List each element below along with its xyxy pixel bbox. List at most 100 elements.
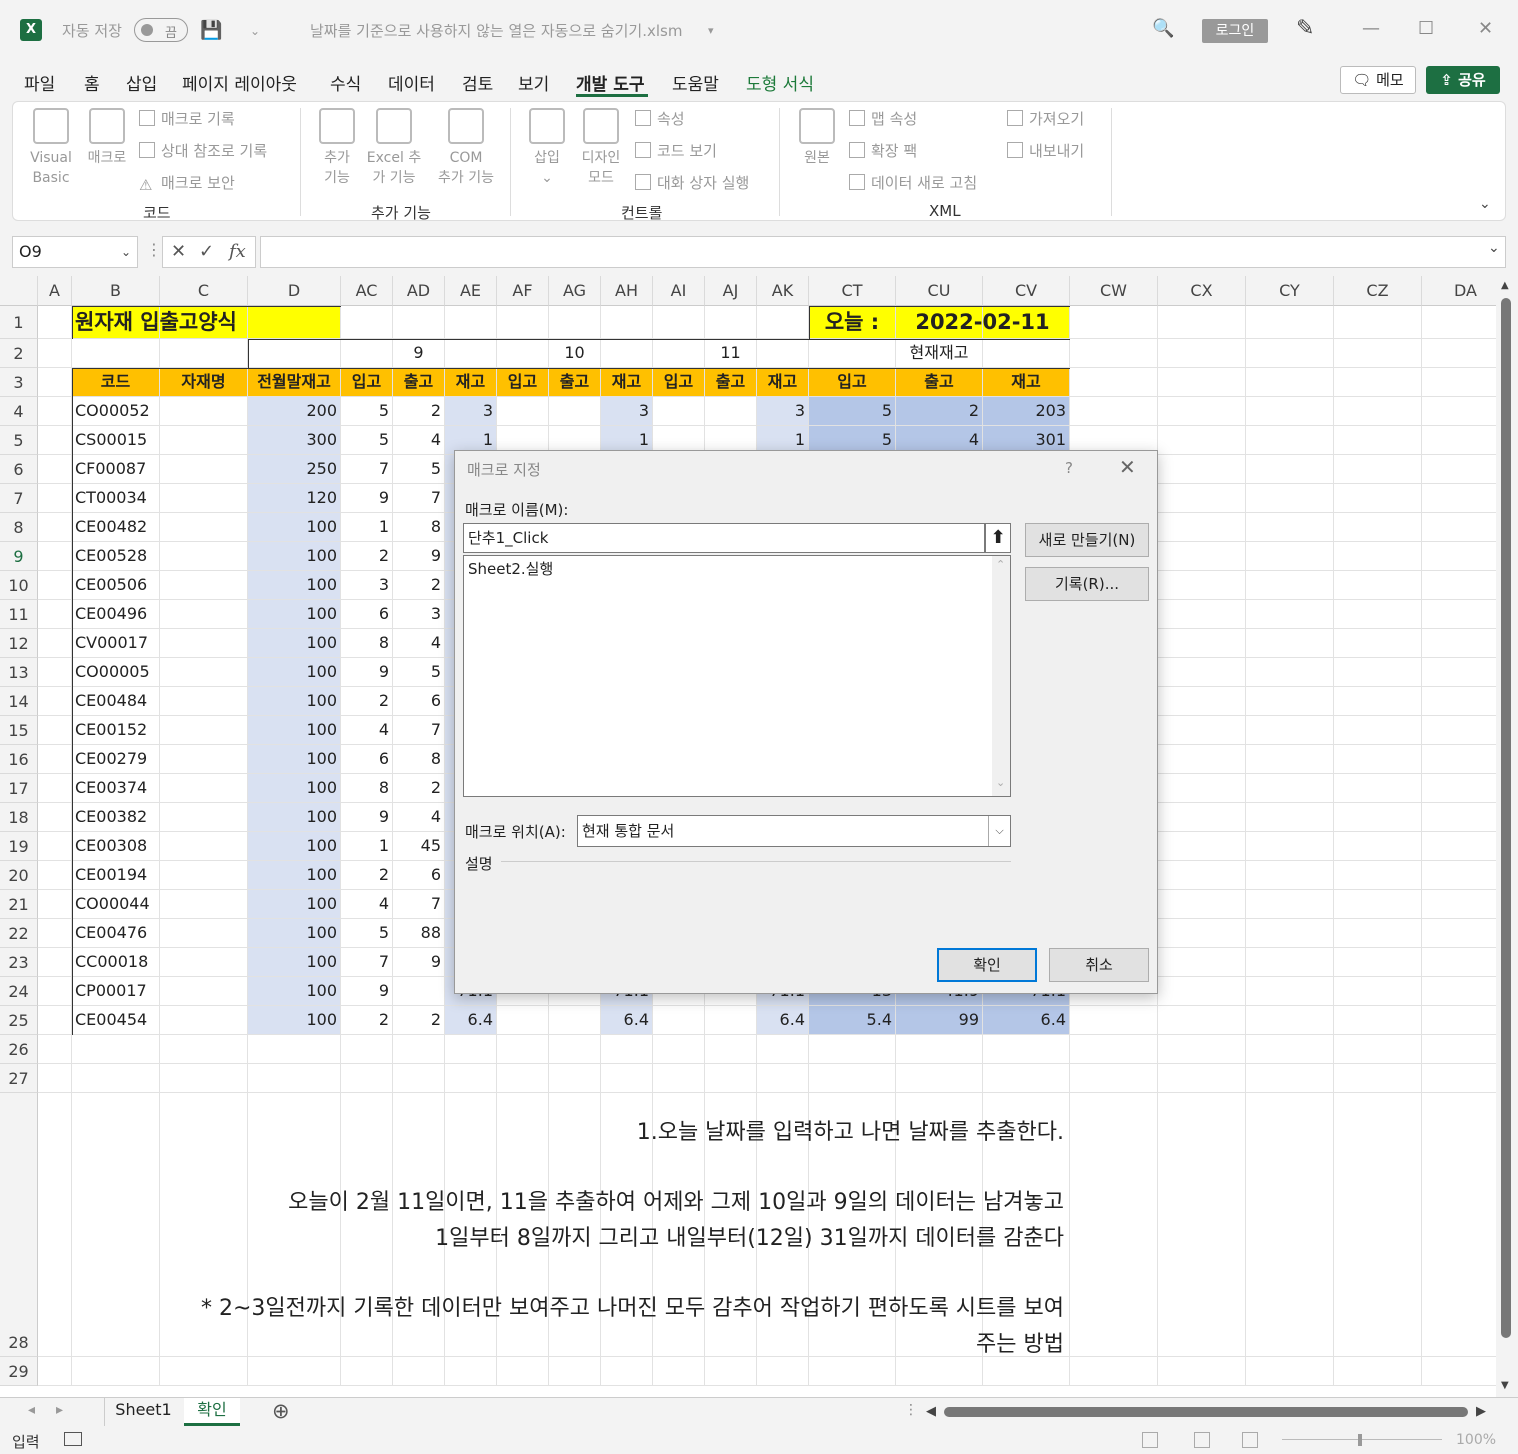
material-name-cell[interactable] (160, 397, 248, 426)
code-cell[interactable]: CE00374 (72, 774, 160, 803)
maximize-icon[interactable]: ☐ (1418, 18, 1434, 39)
day-header-11[interactable]: 11 (653, 339, 809, 368)
material-name-cell[interactable] (160, 890, 248, 919)
prev-stock-cell[interactable]: 120 (248, 484, 341, 513)
row-header[interactable]: 5 (0, 426, 38, 455)
customize-qat-icon[interactable]: ⌄ (250, 24, 260, 38)
minimize-icon[interactable]: — (1362, 18, 1380, 39)
prev-stock-cell[interactable]: 300 (248, 426, 341, 455)
tab-insert[interactable]: 삽입 (126, 70, 157, 95)
chevron-down-icon[interactable]: ⌄ (121, 237, 131, 267)
add-sheet-icon[interactable]: ⊕ (272, 1399, 290, 1423)
refresh-data-button[interactable]: 데이터 새로 고침 (849, 172, 977, 193)
stock-cell[interactable]: 6.4 (757, 1006, 809, 1035)
out-cell[interactable]: 9 (393, 948, 445, 977)
save-icon[interactable]: 💾 (200, 20, 222, 41)
row-header[interactable]: 13 (0, 658, 38, 687)
out-cell[interactable] (705, 397, 757, 426)
column-header[interactable]: B (72, 276, 160, 306)
in-cell[interactable]: 8 (341, 774, 393, 803)
row-header[interactable]: 15 (0, 716, 38, 745)
prev-stock-cell[interactable]: 100 (248, 977, 341, 1006)
design-mode-button[interactable]: 디자인 모드 (575, 108, 627, 188)
in-cell[interactable]: 2 (341, 542, 393, 571)
vertical-scrollbar[interactable]: ▲ ▼ (1496, 276, 1518, 1397)
today-date[interactable]: 2022-02-11 (896, 306, 1070, 339)
row-header[interactable]: 19 (0, 832, 38, 861)
prev-stock-cell[interactable]: 100 (248, 658, 341, 687)
row-header[interactable]: 12 (0, 629, 38, 658)
close-icon[interactable]: ✕ (1119, 455, 1136, 479)
code-cell[interactable]: CE00308 (72, 832, 160, 861)
out-cell[interactable]: 7 (393, 716, 445, 745)
tab-file[interactable]: 파일 (24, 70, 55, 95)
table-header[interactable]: 입고 (653, 368, 705, 397)
help-icon[interactable]: ? (1065, 459, 1073, 477)
out-cell[interactable]: 3 (393, 600, 445, 629)
material-name-cell[interactable] (160, 948, 248, 977)
in-cell[interactable]: 2 (341, 861, 393, 890)
visual-basic-button[interactable]: Visual Basic (27, 108, 75, 188)
stock-cell[interactable]: 3 (445, 397, 497, 426)
table-header[interactable]: 재고 (757, 368, 809, 397)
column-header[interactable]: AH (601, 276, 653, 306)
code-cell[interactable]: CE00152 (72, 716, 160, 745)
out-cell[interactable]: 9 (393, 542, 445, 571)
out-cell[interactable] (393, 977, 445, 1006)
column-header[interactable]: CT (809, 276, 896, 306)
table-header[interactable]: 전월말재고 (248, 368, 341, 397)
macro-location-select[interactable]: 현재 통합 문서 ⌵ (577, 815, 1011, 847)
prev-stock-cell[interactable]: 250 (248, 455, 341, 484)
horizontal-scroll-thumb[interactable] (944, 1407, 1468, 1417)
material-name-cell[interactable] (160, 455, 248, 484)
in-cell[interactable]: 9 (341, 803, 393, 832)
out-cell[interactable]: 45 (393, 832, 445, 861)
code-cell[interactable]: CV00017 (72, 629, 160, 658)
map-properties-button[interactable]: 맵 속성 (849, 108, 917, 129)
select-all-corner[interactable] (0, 276, 38, 306)
share-button[interactable]: ⇪ 공유 (1426, 66, 1500, 94)
out-cell[interactable]: 5 (393, 658, 445, 687)
scroll-down-icon[interactable]: ⌄ (996, 776, 1005, 789)
zoom-slider-handle[interactable] (1358, 1434, 1362, 1446)
stock-cell[interactable]: 6.4 (445, 1006, 497, 1035)
out-cell[interactable]: 8 (393, 745, 445, 774)
column-header[interactable]: D (248, 276, 341, 306)
day-header-10[interactable]: 10 (497, 339, 653, 368)
column-header[interactable]: AK (757, 276, 809, 306)
row-header[interactable]: 22 (0, 919, 38, 948)
scroll-down-icon[interactable]: ▼ (1501, 1380, 1509, 1391)
table-header[interactable]: 자재명 (160, 368, 248, 397)
new-macro-button[interactable]: 새로 만들기(N) (1025, 523, 1149, 557)
in-cell[interactable]: 5 (341, 397, 393, 426)
column-header[interactable]: CY (1246, 276, 1334, 306)
code-cell[interactable]: CE00194 (72, 861, 160, 890)
prev-stock-cell[interactable]: 200 (248, 397, 341, 426)
prev-stock-cell[interactable]: 100 (248, 919, 341, 948)
view-code-button[interactable]: 코드 보기 (635, 140, 717, 161)
macro-security-button[interactable]: ⚠ 매크로 보안 (139, 172, 235, 194)
prev-stock-cell[interactable]: 100 (248, 861, 341, 890)
relative-ref-button[interactable]: 상대 참조로 기록 (139, 140, 267, 161)
in-cell[interactable]: 9 (341, 658, 393, 687)
out-cell[interactable]: 6 (393, 687, 445, 716)
material-name-cell[interactable] (160, 426, 248, 455)
in-cell[interactable]: 7 (341, 948, 393, 977)
expansion-packs-button[interactable]: 확장 팩 (849, 140, 917, 161)
out-cell[interactable]: 7 (393, 484, 445, 513)
tab-developer[interactable]: 개발 도구 (576, 70, 644, 95)
name-box[interactable]: O9 ⌄ (12, 236, 138, 268)
out-cell[interactable]: 2 (393, 774, 445, 803)
in-cell[interactable] (497, 1006, 549, 1035)
scroll-left-icon[interactable]: ◀ (926, 1404, 936, 1419)
enter-icon[interactable]: ✓ (199, 237, 214, 267)
list-scrollbar[interactable]: ⌃ ⌄ (992, 556, 1010, 796)
prev-stock-cell[interactable]: 100 (248, 600, 341, 629)
more-options-icon[interactable]: ⋮ (146, 240, 162, 259)
material-name-cell[interactable] (160, 919, 248, 948)
tab-page-layout[interactable]: 페이지 레이아웃 (182, 70, 297, 95)
material-name-cell[interactable] (160, 513, 248, 542)
material-name-cell[interactable] (160, 542, 248, 571)
column-header[interactable]: AG (549, 276, 601, 306)
code-cell[interactable]: CP00017 (72, 977, 160, 1006)
